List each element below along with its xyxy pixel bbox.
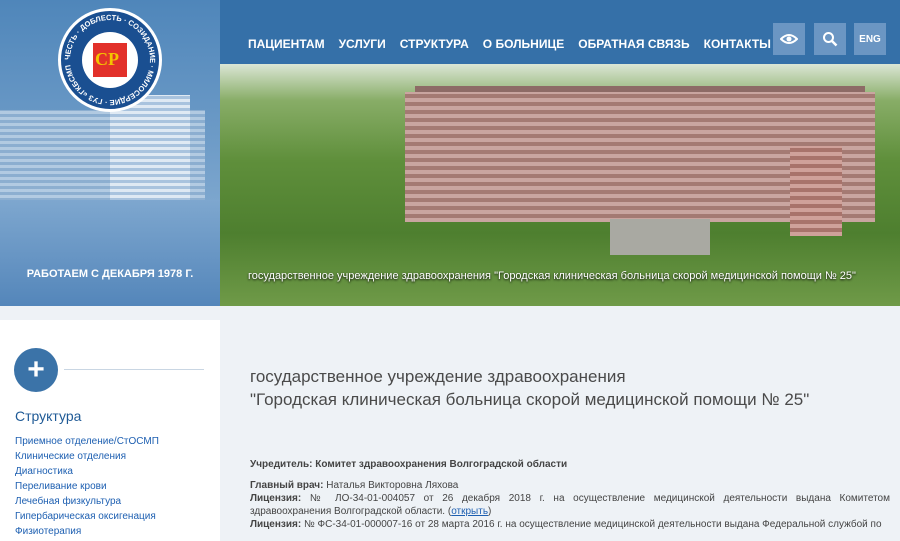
sidebar-item-reception[interactable]: Приемное отделение/СтОСМП — [15, 434, 159, 449]
nav-item-patients[interactable]: ПАЦИЕНТАМ — [248, 37, 325, 51]
language-switch-button[interactable]: ENG — [854, 23, 886, 55]
nav-item-contacts[interactable]: КОНТАКТЫ — [704, 37, 771, 51]
chief-label: Главный врач: — [250, 480, 324, 491]
nav-item-about[interactable]: О БОЛЬНИЦЕ — [483, 37, 564, 51]
page-title-line1: государственное учреждение здравоохранен… — [250, 367, 626, 386]
brand-panel: ЧЕСТЬ · ДОБЛЕСТЬ · СОЗИДАНИЕ · МИЛОСЕРДИ… — [0, 0, 220, 306]
search-icon — [823, 32, 838, 47]
sidebar-item-diagnostics[interactable]: Диагностика — [15, 464, 159, 479]
license2-text: № ФС-34-01-000007-16 от 28 марта 2016 г.… — [303, 519, 882, 530]
plus-circle-icon: + — [14, 348, 58, 392]
hero-caption: государственное учреждение здравоохранен… — [248, 270, 856, 282]
license1-label: Лицензия: — [250, 493, 302, 504]
since-label: РАБОТАЕМ С ДЕКАБРЯ 1978 Г. — [26, 268, 194, 280]
page: ЧЕСТЬ · ДОБЛЕСТЬ · СОЗИДАНИЕ · МИЛОСЕРДИ… — [0, 0, 900, 541]
search-button[interactable] — [814, 23, 846, 55]
sidebar-item-hyperbaric[interactable]: Гипербарическая оксигенация — [15, 509, 159, 524]
ground-illustration — [0, 200, 220, 306]
accessibility-eye-button[interactable] — [773, 23, 805, 55]
page-title: государственное учреждение здравоохранен… — [250, 365, 809, 411]
sidebar: + Структура Приемное отделение/СтОСМП Кл… — [0, 320, 220, 541]
main-content: государственное учреждение здравоохранен… — [220, 320, 900, 541]
hero-banner: государственное учреждение здравоохранен… — [220, 64, 900, 306]
eye-icon — [780, 34, 798, 44]
sidebar-item-physiotherapy[interactable]: Физиотерапия — [15, 524, 159, 539]
sidebar-title: Структура — [15, 408, 82, 424]
sidebar-divider — [64, 369, 204, 370]
founder-text: Учредитель: Комитет здравоохранения Волг… — [250, 459, 568, 470]
red-cross-icon: СР — [93, 43, 127, 77]
sidebar-item-clinical[interactable]: Клинические отделения — [15, 449, 159, 464]
license1-text: № ЛО-34-01-004057 от 26 декабря 2018 г. … — [250, 493, 890, 517]
hospital-tower-photo — [790, 146, 842, 236]
license1-open-link[interactable]: открыть — [451, 506, 488, 517]
org-info: Учредитель: Комитет здравоохранения Волг… — [250, 459, 890, 530]
top-navigation: ПАЦИЕНТАМ УСЛУГИ СТРУКТУРА О БОЛЬНИЦЕ ОБ… — [220, 0, 900, 64]
building-tower-illustration — [110, 95, 190, 210]
sidebar-item-transfusion[interactable]: Переливание крови — [15, 479, 159, 494]
hospital-logo[interactable]: ЧЕСТЬ · ДОБЛЕСТЬ · СОЗИДАНИЕ · МИЛОСЕРДИ… — [58, 8, 162, 112]
logo-letters: СР — [95, 49, 119, 69]
nav-item-feedback[interactable]: ОБРАТНАЯ СВЯЗЬ — [578, 37, 689, 51]
sidebar-item-physio-exercise[interactable]: Лечебная физкультура — [15, 494, 159, 509]
license2-label: Лицензия: — [250, 519, 302, 530]
chief-name: Наталья Викторовна Ляхова — [326, 480, 459, 491]
nav-item-structure[interactable]: СТРУКТУРА — [400, 37, 469, 51]
plaza-photo — [610, 219, 710, 255]
page-title-line2: "Городская клиническая больница скорой м… — [250, 390, 810, 409]
nav-item-services[interactable]: УСЛУГИ — [339, 37, 386, 51]
